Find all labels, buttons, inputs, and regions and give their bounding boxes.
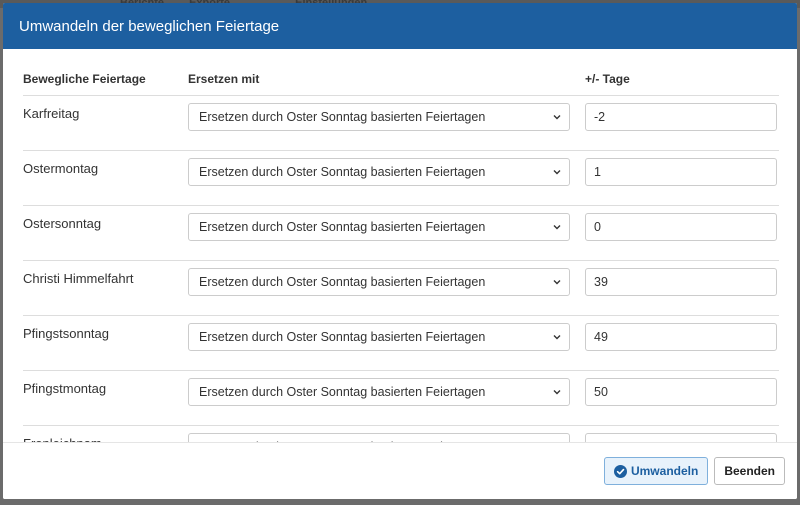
table-row: Pfingstmontag Ersetzen durch Oster Sonnta… — [23, 370, 779, 426]
table-row: Ostermontag Ersetzen durch Oster Sonntag … — [23, 150, 779, 206]
replace-select[interactable]: Ersetzen durch Oster Sonntag basierten F… — [188, 378, 570, 406]
days-offset-value: 50 — [594, 385, 608, 399]
table-row: Karfreitag Ersetzen durch Oster Sonntag b… — [23, 95, 779, 151]
days-cell: 1 — [585, 150, 779, 206]
convert-button[interactable]: Umwandeln — [603, 457, 709, 485]
holiday-name: Ostersonntag — [23, 205, 188, 261]
dialog-body: Bewegliche Feiertage Ersetzen mit +/- Ta… — [3, 49, 797, 480]
days-cell: 39 — [585, 260, 779, 316]
holiday-name: Karfreitag — [23, 95, 188, 151]
replace-select-value: Ersetzen durch Oster Sonntag basierten F… — [199, 275, 486, 289]
days-offset-value: 1 — [594, 165, 601, 179]
replace-select-value: Ersetzen durch Oster Sonntag basierten F… — [199, 110, 486, 124]
convert-button-label: Umwandeln — [630, 464, 699, 478]
days-offset-input[interactable]: 39 — [585, 268, 777, 296]
replace-select-value: Ersetzen durch Oster Sonntag basierten F… — [199, 165, 486, 179]
dialog-footer: Umwandeln Beenden — [3, 442, 797, 499]
days-offset-value: 49 — [594, 330, 608, 344]
table-row: Ostersonntag Ersetzen durch Oster Sonntag… — [23, 205, 779, 261]
days-cell: 49 — [585, 315, 779, 371]
replace-cell: Ersetzen durch Oster Sonntag basierten F… — [188, 150, 585, 206]
replace-select[interactable]: Ersetzen durch Oster Sonntag basierten F… — [188, 103, 570, 131]
replace-cell: Ersetzen durch Oster Sonntag basierten F… — [188, 260, 585, 316]
holiday-name: Ostermontag — [23, 150, 188, 206]
check-circle-icon — [613, 464, 627, 478]
holiday-name: Christi Himmelfahrt — [23, 260, 188, 316]
days-offset-value: 39 — [594, 275, 608, 289]
chevron-down-icon — [553, 223, 561, 231]
cancel-button-label: Beenden — [724, 464, 775, 478]
replace-select[interactable]: Ersetzen durch Oster Sonntag basierten F… — [188, 213, 570, 241]
replace-select-value: Ersetzen durch Oster Sonntag basierten F… — [199, 220, 486, 234]
days-offset-input[interactable]: 1 — [585, 158, 777, 186]
days-offset-value: 0 — [594, 220, 601, 234]
replace-cell: Ersetzen durch Oster Sonntag basierten F… — [188, 95, 585, 151]
chevron-down-icon — [553, 168, 561, 176]
replace-select[interactable]: Ersetzen durch Oster Sonntag basierten F… — [188, 323, 570, 351]
table-row: Christi Himmelfahrt Ersetzen durch Oster … — [23, 260, 779, 316]
holiday-name: Pfingstmontag — [23, 370, 188, 426]
chevron-down-icon — [553, 278, 561, 286]
days-cell: 0 — [585, 205, 779, 261]
replace-select-value: Ersetzen durch Oster Sonntag basierten F… — [199, 385, 486, 399]
column-header-days: +/- Tage — [585, 72, 630, 86]
dialog-title: Umwandeln der beweglichen Feiertage — [19, 17, 280, 35]
days-offset-value: -2 — [594, 110, 606, 124]
replace-cell: Ersetzen durch Oster Sonntag basierten F… — [188, 205, 585, 261]
replace-select-value: Ersetzen durch Oster Sonntag basierten F… — [199, 330, 486, 344]
days-cell: 50 — [585, 370, 779, 426]
chevron-down-icon — [553, 388, 561, 396]
column-header-replace: Ersetzen mit — [188, 72, 260, 86]
days-offset-input[interactable]: 49 — [585, 323, 777, 351]
replace-select[interactable]: Ersetzen durch Oster Sonntag basierten F… — [188, 268, 570, 296]
replace-select[interactable]: Ersetzen durch Oster Sonntag basierten F… — [188, 158, 570, 186]
chevron-down-icon — [553, 333, 561, 341]
cancel-button[interactable]: Beenden — [714, 457, 785, 485]
column-header-holiday: Bewegliche Feiertage — [23, 72, 146, 86]
days-offset-input[interactable]: 0 — [585, 213, 777, 241]
days-offset-input[interactable]: -2 — [585, 103, 777, 131]
replace-cell: Ersetzen durch Oster Sonntag basierten F… — [188, 315, 585, 371]
days-offset-input[interactable]: 50 — [585, 378, 777, 406]
holiday-name: Pfingstsonntag — [23, 315, 188, 371]
replace-cell: Ersetzen durch Oster Sonntag basierten F… — [188, 370, 585, 426]
convert-holidays-dialog: Umwandeln der beweglichen Feiertage Bewe… — [3, 3, 797, 499]
dialog-header: Umwandeln der beweglichen Feiertage — [3, 3, 797, 49]
table-row: Pfingstsonntag Ersetzen durch Oster Sonnt… — [23, 315, 779, 371]
days-cell: -2 — [585, 95, 779, 151]
chevron-down-icon — [553, 113, 561, 121]
holiday-table: Bewegliche Feiertage Ersetzen mit +/- Ta… — [23, 63, 779, 480]
